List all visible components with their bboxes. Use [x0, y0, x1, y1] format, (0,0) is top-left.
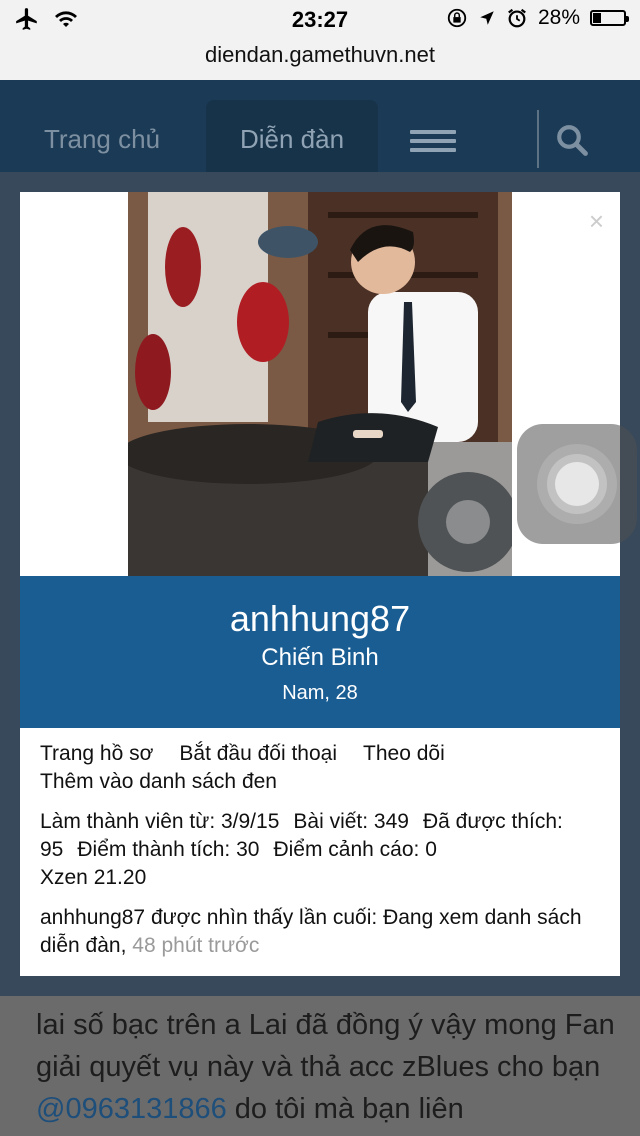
- member-card: × anhhung87 Chiến Binh Nam, 28 Trang hồ …: [20, 192, 620, 976]
- joined-date: Làm thành viên từ: 3/9/15: [40, 810, 280, 833]
- xzen-balance: Xzen 21.20: [40, 866, 147, 889]
- start-conversation-link[interactable]: Bắt đầu đối thoại: [179, 742, 337, 765]
- post-count[interactable]: Bài viết: 349: [293, 810, 409, 833]
- nav-forum[interactable]: Diễn đàn: [206, 100, 378, 172]
- warning-points: Điểm cảnh cáo: 0: [273, 838, 437, 861]
- battery-icon: [590, 10, 629, 26]
- nav-divider: [537, 110, 539, 168]
- location-icon: [480, 11, 494, 25]
- mention-link[interactable]: @0963131866: [36, 1093, 227, 1125]
- assistive-touch-button[interactable]: [517, 424, 637, 544]
- ignore-link[interactable]: Thêm vào danh sách đen: [40, 770, 277, 793]
- profile-link[interactable]: Trang hồ sơ: [40, 742, 153, 765]
- battery-fill: [593, 13, 602, 23]
- avatar: [128, 192, 512, 576]
- status-right: 28%: [446, 6, 629, 30]
- member-stats: Làm thành viên từ: 3/9/15 Bài viết: 349 Đã…: [40, 808, 610, 892]
- rotation-lock-icon: [447, 8, 467, 28]
- background-post-text: lai số bạc trên a Lai đã đồng ý vậy mong…: [0, 996, 640, 1136]
- last-seen-text: anhhung87 được nhìn thấy lần cuối: Đang …: [40, 906, 582, 957]
- member-links: Trang hồ sơ Bắt đầu đối thoại Theo dõi Thê…: [40, 740, 610, 796]
- menu-icon[interactable]: [410, 130, 456, 154]
- last-seen: anhhung87 được nhìn thấy lần cuối: Đang …: [40, 904, 610, 960]
- site-nav: Trang chủ Diễn đàn: [0, 80, 640, 172]
- username[interactable]: anhhung87: [20, 598, 620, 640]
- trophy-points[interactable]: Điểm thành tích: 30: [77, 838, 259, 861]
- status-bar: 23:27 28%: [0, 0, 640, 40]
- member-name-bar: anhhung87 Chiến Binh Nam, 28: [20, 576, 620, 728]
- address-bar[interactable]: diendan.gamethuvn.net: [0, 40, 640, 80]
- battery-percent: 28%: [537, 6, 580, 29]
- alarm-icon: [508, 8, 526, 28]
- post-text-1: lai số bạc trên a Lai đã đồng ý vậy mong…: [36, 1009, 615, 1083]
- user-rank: Chiến Binh: [261, 644, 379, 671]
- user-info: Nam, 28: [282, 682, 358, 704]
- member-details: Trang hồ sơ Bắt đầu đối thoại Theo dõi Thê…: [40, 740, 610, 960]
- last-seen-time: 48 phút trước: [132, 934, 260, 957]
- close-icon[interactable]: ×: [589, 206, 604, 237]
- search-icon[interactable]: [554, 122, 590, 163]
- nav-home[interactable]: Trang chủ: [22, 100, 182, 172]
- post-text-2: do tôi mà bạn liên: [234, 1093, 464, 1125]
- follow-link[interactable]: Theo dõi: [363, 742, 445, 765]
